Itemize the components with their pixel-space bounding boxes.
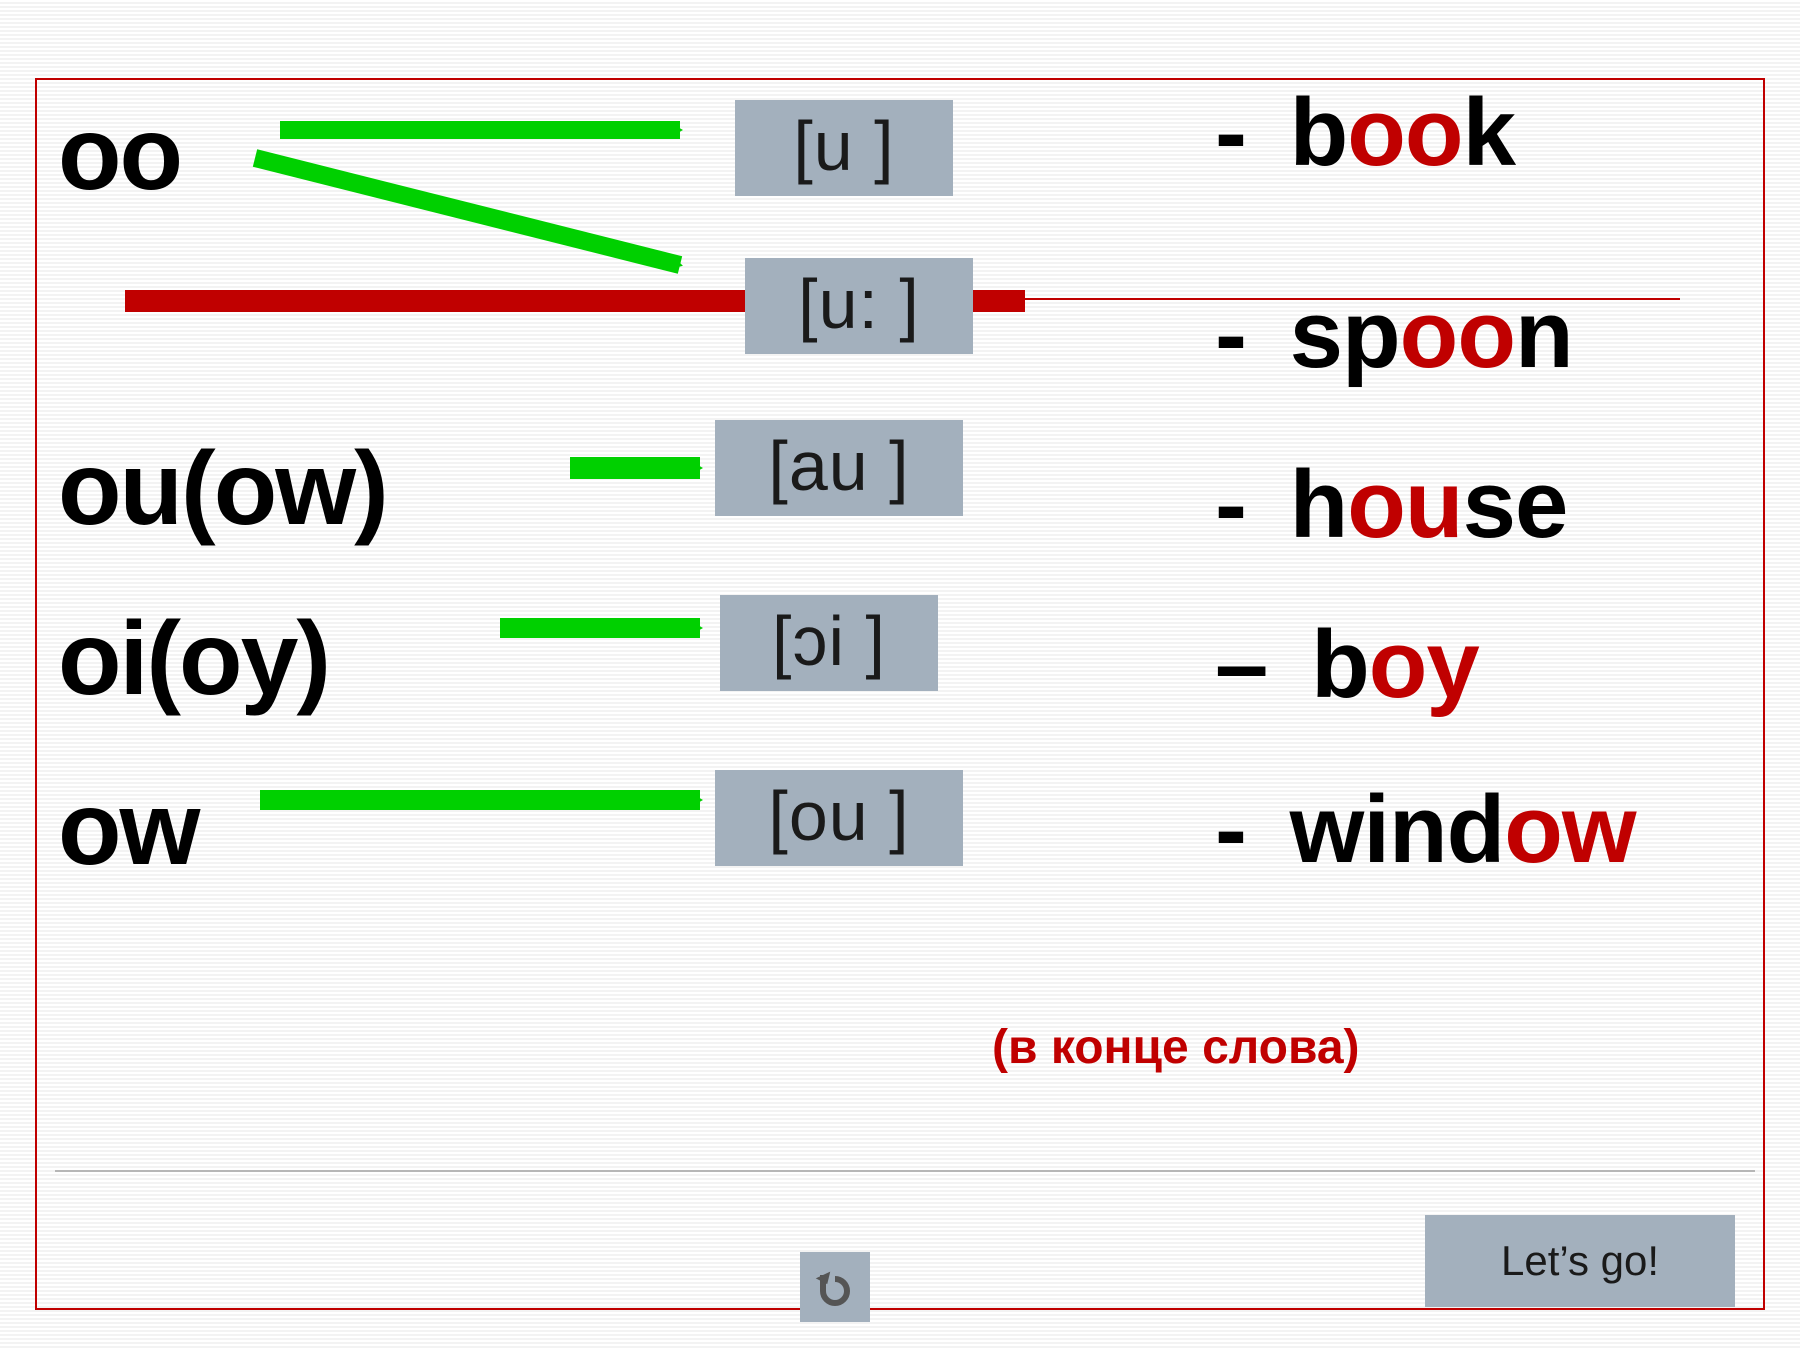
arrows-layer	[0, 0, 1800, 1350]
arrow-oo-to-ulong	[255, 158, 680, 265]
